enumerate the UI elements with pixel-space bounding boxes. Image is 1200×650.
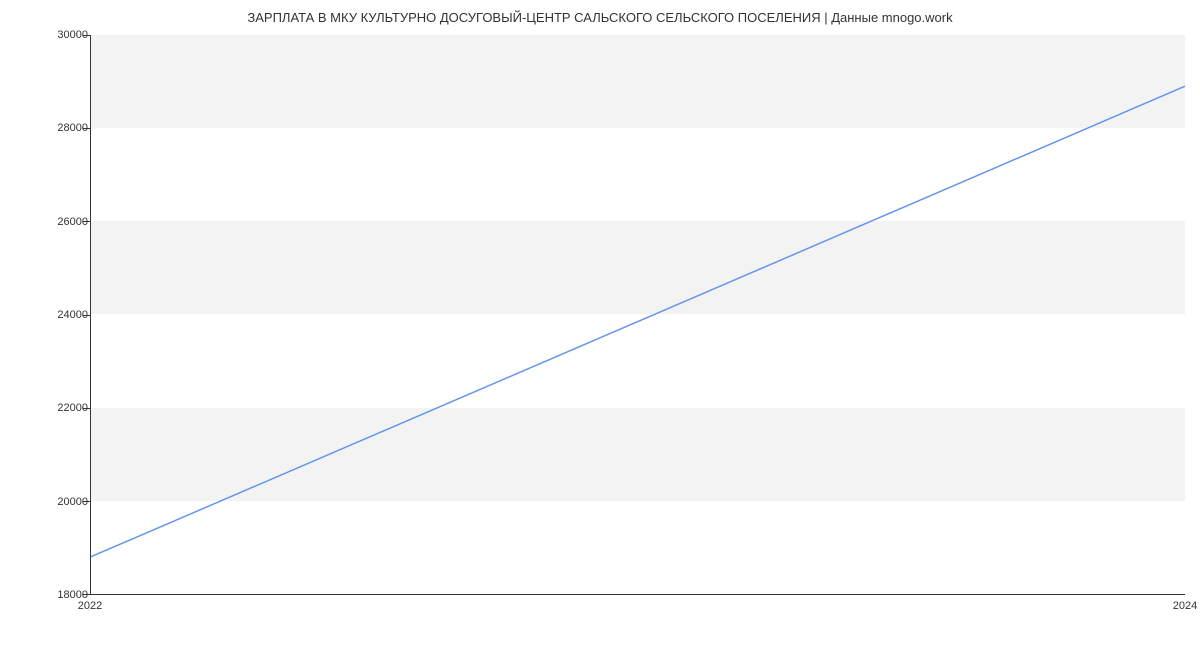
y-tick-label: 30000 <box>57 29 88 41</box>
y-tick-label: 28000 <box>57 122 88 134</box>
y-tick-label: 22000 <box>57 402 88 414</box>
x-tick-label: 2022 <box>78 600 102 612</box>
y-tick-label: 26000 <box>57 216 88 228</box>
plot-area <box>90 35 1185 595</box>
x-tick-label: 2024 <box>1173 600 1197 612</box>
y-tick-label: 24000 <box>57 309 88 321</box>
data-line <box>91 35 1185 594</box>
chart-title: ЗАРПЛАТА В МКУ КУЛЬТУРНО ДОСУГОВЫЙ-ЦЕНТР… <box>0 10 1200 25</box>
y-tick-label: 20000 <box>57 496 88 508</box>
